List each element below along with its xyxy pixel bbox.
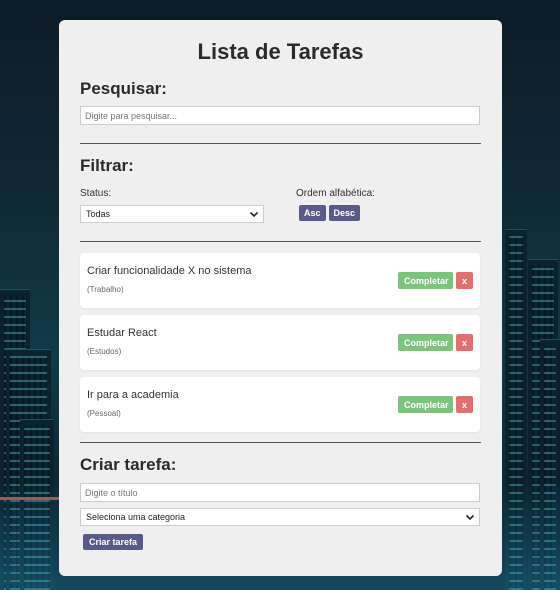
delete-button[interactable]: x — [456, 396, 473, 413]
chevron-down-icon — [465, 514, 475, 521]
divider — [80, 442, 481, 443]
filter-section: Filtrar: Status: Todas Ordem alfabética:… — [80, 156, 481, 223]
create-section: Criar tarefa: Seleciona uma categoria Cr… — [80, 455, 481, 550]
task-item: Ir para a academia (Pessoal) Completar x — [80, 377, 480, 432]
status-select-value: Todas — [86, 209, 111, 219]
category-select-value: Seleciona uma categoria — [86, 512, 186, 522]
create-heading: Criar tarefa: — [80, 455, 177, 474]
create-task-button[interactable]: Criar tarefa — [83, 534, 144, 550]
status-label: Status: — [80, 188, 112, 199]
page-title: Lista de Tarefas — [197, 39, 364, 64]
search-input[interactable] — [80, 106, 480, 125]
delete-button[interactable]: x — [456, 334, 473, 351]
task-title-input[interactable] — [80, 483, 480, 502]
sort-asc-button[interactable]: Asc — [299, 205, 326, 221]
task-list: Criar funcionalidade X no sistema (Traba… — [80, 253, 481, 432]
search-section: Pesquisar: — [80, 79, 481, 125]
sort-label: Ordem alfabética: — [296, 188, 375, 199]
category-select[interactable]: Seleciona uma categoria — [80, 508, 480, 526]
complete-button[interactable]: Completar — [398, 272, 453, 289]
complete-button[interactable]: Completar — [398, 396, 453, 413]
filter-heading: Filtrar: — [80, 156, 134, 175]
task-item: Estudar React (Estudos) Completar x — [80, 315, 480, 370]
todo-card: Lista de Tarefas Pesquisar: Filtrar: Sta… — [59, 20, 502, 576]
task-item: Criar funcionalidade X no sistema (Traba… — [80, 253, 480, 308]
divider — [80, 143, 481, 144]
search-heading: Pesquisar: — [80, 79, 167, 98]
divider — [80, 241, 481, 242]
chevron-down-icon — [249, 211, 259, 218]
delete-button[interactable]: x — [456, 272, 473, 289]
complete-button[interactable]: Completar — [398, 334, 453, 351]
status-select[interactable]: Todas — [80, 205, 264, 223]
sort-desc-button[interactable]: Desc — [328, 205, 361, 221]
